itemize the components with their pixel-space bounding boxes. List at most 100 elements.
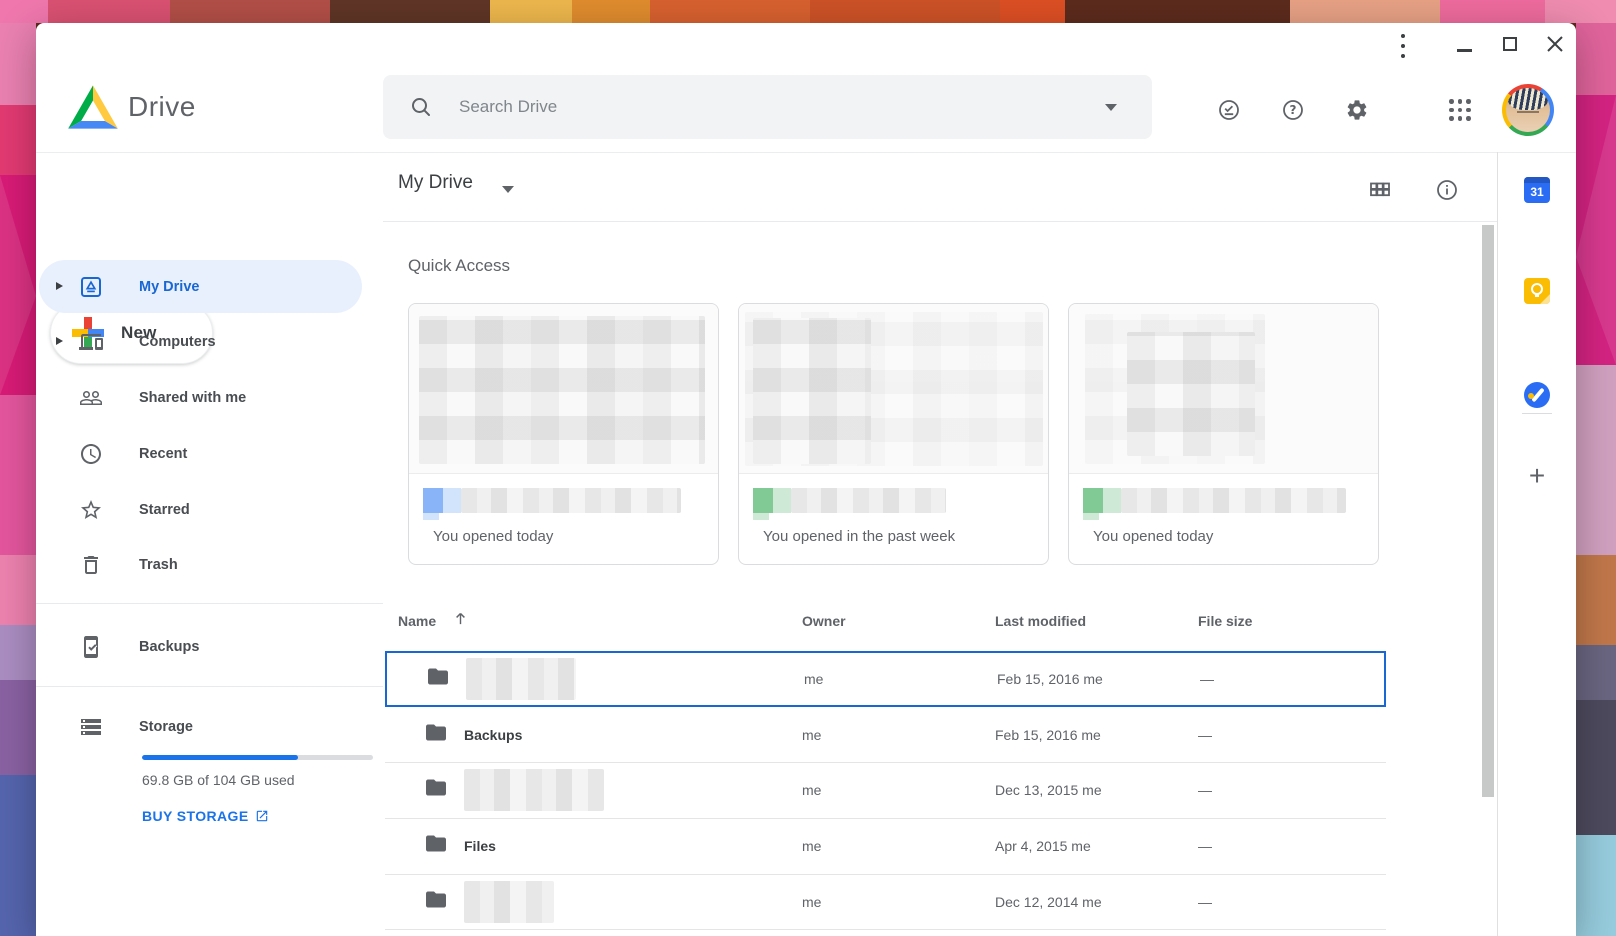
- doc-accent-tab: [753, 513, 769, 520]
- expand-arrow-icon[interactable]: [56, 337, 63, 345]
- drive-logo: [66, 82, 120, 132]
- maximize-icon[interactable]: [1503, 37, 1517, 51]
- avatar-glasses: [1517, 111, 1540, 115]
- settings-gear-icon[interactable]: [1345, 98, 1369, 122]
- sidebar-item-starred[interactable]: Starred: [36, 483, 383, 537]
- search-input[interactable]: [459, 75, 1019, 139]
- sidebar-item-label: Recent: [139, 446, 187, 462]
- svg-text:?: ?: [1290, 103, 1297, 117]
- drive-window: Drive ?: [36, 23, 1576, 936]
- people-icon: [79, 386, 103, 410]
- table-row[interactable]: me Dec 13, 2015 me —: [385, 762, 1386, 817]
- card-title-redacted: [753, 488, 946, 513]
- sidebar-item-label: Shared with me: [139, 390, 246, 406]
- search-options-caret-icon[interactable]: [1105, 104, 1117, 111]
- table-row[interactable]: me Feb 15, 2016 me —: [385, 651, 1386, 707]
- google-keep-icon[interactable]: [1524, 278, 1550, 304]
- close-icon[interactable]: [1546, 35, 1564, 53]
- folder-icon: [424, 775, 448, 804]
- row-name: Files: [464, 838, 496, 854]
- row-size: —: [1198, 727, 1212, 743]
- redacted-name-blob: [466, 658, 576, 700]
- quick-access-card[interactable]: You opened today: [1068, 303, 1379, 565]
- folder-icon: [424, 831, 448, 860]
- card-title-redacted: [423, 488, 681, 513]
- avatar-face: [1506, 88, 1550, 132]
- quick-access-card[interactable]: You opened in the past week: [738, 303, 1049, 565]
- card-caption: You opened today: [1093, 526, 1213, 548]
- title-caret-icon[interactable]: [502, 186, 514, 193]
- table-row[interactable]: Files me Apr 4, 2015 me —: [385, 818, 1386, 873]
- storage-icon: [79, 715, 103, 739]
- sidebar-item-recent[interactable]: Recent: [36, 427, 383, 481]
- row-size: —: [1200, 671, 1214, 687]
- sidebar-item-computers[interactable]: Computers: [36, 315, 383, 369]
- trash-icon: [79, 553, 103, 577]
- add-panel-app-button[interactable]: +: [1522, 461, 1552, 491]
- doc-type-icon: [753, 488, 773, 513]
- card-caption: You opened today: [433, 526, 553, 548]
- doc-type-icon: [423, 488, 443, 513]
- google-calendar-icon[interactable]: 31: [1524, 177, 1550, 203]
- wallpaper-top-strip: [0, 0, 1616, 23]
- minimize-icon[interactable]: [1457, 49, 1472, 52]
- side-panel-mini-divider: [1522, 413, 1552, 414]
- sidebar-item-label: Starred: [139, 502, 190, 518]
- offline-status-icon[interactable]: [1217, 98, 1241, 122]
- grid-view-icon[interactable]: [1368, 178, 1392, 202]
- star-icon: [79, 498, 103, 522]
- help-icon[interactable]: ?: [1281, 98, 1305, 122]
- column-header-name[interactable]: Name: [398, 611, 436, 631]
- quick-access-heading: Quick Access: [408, 255, 510, 277]
- breadcrumb-title[interactable]: My Drive: [398, 170, 473, 196]
- scrollbar-thumb[interactable]: [1482, 225, 1494, 797]
- sidebar-item-shared-with-me[interactable]: Shared with me: [36, 371, 383, 425]
- account-avatar[interactable]: [1502, 84, 1554, 136]
- expand-arrow-icon[interactable]: [56, 282, 63, 290]
- external-link-icon: [255, 809, 269, 823]
- sidebar-item-label: Storage: [139, 719, 193, 735]
- doc-type-icon-light: [773, 488, 791, 513]
- sidebar-item-trash[interactable]: Trash: [36, 538, 383, 592]
- column-header-modified: Last modified: [995, 611, 1086, 631]
- sidebar-item-backups[interactable]: Backups: [36, 620, 383, 674]
- row-owner: me: [804, 671, 823, 687]
- sidebar-item-label: Computers: [139, 334, 216, 350]
- storage-usage-text: 69.8 GB of 104 GB used: [142, 772, 295, 788]
- buy-storage-link[interactable]: BUY STORAGE: [142, 808, 269, 824]
- search-icon: [409, 95, 433, 124]
- quick-access-card[interactable]: You opened today: [408, 303, 719, 565]
- sidebar-divider: [36, 686, 383, 687]
- sidebar-item-label: My Drive: [139, 279, 199, 295]
- doc-type-icon-light: [1103, 488, 1121, 513]
- folder-icon: [424, 887, 448, 916]
- folder-icon: [424, 720, 448, 749]
- overflow-menu-icon[interactable]: [1398, 34, 1408, 58]
- sidebar: New My Drive Computers: [36, 152, 383, 936]
- my-drive-icon: [79, 275, 103, 299]
- row-modified: Dec 13, 2015 me: [995, 782, 1102, 798]
- google-tasks-icon[interactable]: [1524, 382, 1550, 408]
- redacted-name-blob: [464, 881, 554, 923]
- redacted-title-blob: [1121, 488, 1346, 513]
- sort-ascending-icon[interactable]: [452, 610, 469, 632]
- table-row[interactable]: Backups me Feb 15, 2016 me —: [385, 707, 1386, 762]
- card-caption: You opened in the past week: [763, 526, 955, 548]
- sidebar-item-my-drive[interactable]: My Drive: [36, 260, 383, 314]
- row-modified: Feb 15, 2016 me: [995, 727, 1101, 743]
- card-thumbnail-redacted: [1069, 304, 1378, 474]
- avatar-hat: [1508, 88, 1548, 110]
- table-row[interactable]: [385, 929, 1386, 936]
- table-row[interactable]: me Dec 12, 2014 me —: [385, 874, 1386, 929]
- toolbar-divider: [383, 221, 1497, 222]
- row-modified: Feb 15, 2016 me: [997, 671, 1103, 687]
- card-thumbnail-redacted: [409, 304, 718, 474]
- search-bar: [383, 75, 1152, 139]
- google-apps-icon[interactable]: [1449, 99, 1471, 121]
- row-modified: Dec 12, 2014 me: [995, 894, 1102, 910]
- app-wordmark: Drive: [128, 89, 196, 125]
- info-icon[interactable]: [1435, 178, 1459, 202]
- storage-progress-fill: [142, 755, 298, 760]
- sidebar-item-storage[interactable]: Storage: [36, 700, 383, 754]
- row-owner: me: [802, 727, 821, 743]
